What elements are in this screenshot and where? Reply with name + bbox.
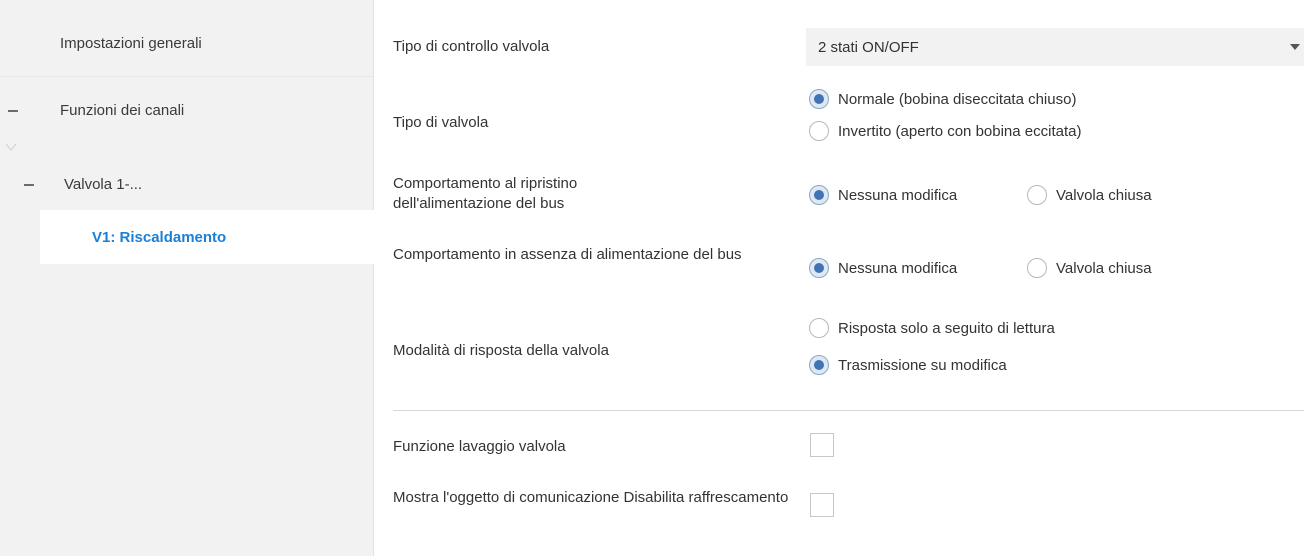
- sidebar-item-valve-1[interactable]: Valvola 1-...: [0, 156, 374, 212]
- control-type-label: Tipo di controllo valvola: [393, 38, 550, 55]
- bus-restore-no-change-radio[interactable]: Nessuna modifica: [809, 185, 957, 205]
- wash-function-checkbox[interactable]: [810, 433, 834, 457]
- radio-icon: [809, 318, 829, 338]
- valve-type-normal-radio[interactable]: Normale (bobina diseccitata chiuso): [809, 89, 1076, 109]
- collapse-icon[interactable]: [8, 110, 18, 112]
- radio-label: Risposta solo a seguito di lettura: [838, 319, 1055, 337]
- response-mode-label: Modalità di risposta della valvola: [393, 342, 609, 359]
- radio-label: Valvola chiusa: [1056, 259, 1152, 277]
- chevron-down-icon: [1290, 44, 1300, 50]
- collapse-icon[interactable]: [24, 184, 34, 186]
- radio-label: Valvola chiusa: [1056, 186, 1152, 204]
- radio-label: Normale (bobina diseccitata chiuso): [838, 90, 1077, 108]
- bus-restore-label: Comportamento al ripristino dell'aliment…: [393, 175, 578, 212]
- control-type-select[interactable]: 2 stati ON/OFF: [806, 28, 1304, 66]
- radio-label: Trasmissione su modifica: [838, 356, 1007, 374]
- sidebar-item-label: Valvola 1-...: [64, 175, 143, 193]
- tree-caret-icon: [5, 143, 17, 151]
- response-mode-read-only-radio[interactable]: Risposta solo a seguito di lettura: [809, 318, 1055, 338]
- sidebar-item-general-settings[interactable]: Impostazioni generali: [0, 10, 374, 76]
- bus-restore-valve-closed-radio[interactable]: Valvola chiusa: [1027, 185, 1152, 205]
- valve-type-inverted-radio[interactable]: Invertito (aperto con bobina eccitata): [809, 121, 1081, 141]
- bus-loss-no-change-radio[interactable]: Nessuna modifica: [809, 258, 957, 278]
- section-divider: [393, 410, 1304, 411]
- radio-icon: [809, 355, 829, 375]
- response-mode-on-change-radio[interactable]: Trasmissione su modifica: [809, 355, 1007, 375]
- sidebar-item-channel-functions[interactable]: Funzioni dei canali: [0, 77, 374, 143]
- bus-loss-valve-closed-radio[interactable]: Valvola chiusa: [1027, 258, 1152, 278]
- show-disable-cooling-checkbox[interactable]: [810, 493, 834, 517]
- radio-icon: [1027, 258, 1047, 278]
- show-disable-cooling-label: Mostra l'oggetto di comunicazione Disabi…: [393, 489, 789, 506]
- control-type-value: 2 stati ON/OFF: [818, 38, 919, 56]
- wash-function-label: Funzione lavaggio valvola: [393, 438, 566, 455]
- radio-label: Nessuna modifica: [838, 259, 958, 277]
- radio-label: Invertito (aperto con bobina eccitata): [838, 122, 1082, 140]
- radio-icon: [809, 89, 829, 109]
- sidebar-item-label: Funzioni dei canali: [60, 101, 185, 119]
- radio-label: Nessuna modifica: [838, 186, 958, 204]
- radio-icon: [809, 258, 829, 278]
- sidebar: Impostazioni generali Funzioni dei canal…: [0, 0, 374, 556]
- sidebar-item-label: V1: Riscaldamento: [92, 228, 227, 246]
- sidebar-item-v1-heating[interactable]: V1: Riscaldamento: [40, 210, 374, 264]
- valve-type-label: Tipo di valvola: [393, 114, 489, 131]
- radio-icon: [809, 121, 829, 141]
- radio-icon: [1027, 185, 1047, 205]
- radio-icon: [809, 185, 829, 205]
- sidebar-item-label: Impostazioni generali: [60, 34, 202, 52]
- bus-loss-label: Comportamento in assenza di alimentazion…: [393, 246, 742, 263]
